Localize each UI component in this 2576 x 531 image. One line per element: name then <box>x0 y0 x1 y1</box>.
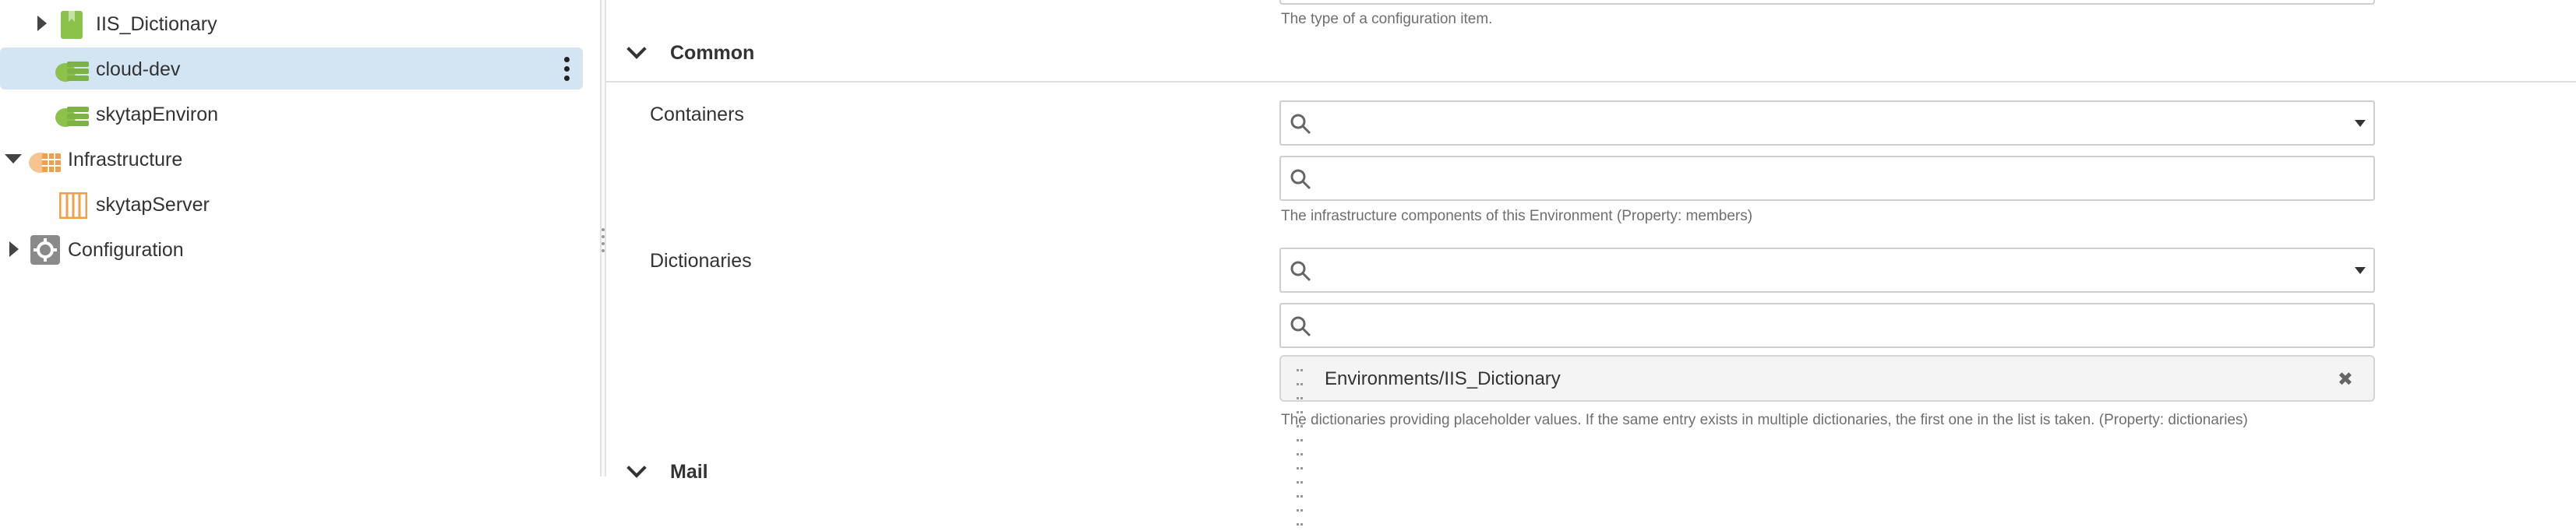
dictionary-chip-label: Environments/IIS_Dictionary <box>1325 368 1561 389</box>
containers-label: Containers <box>650 104 744 125</box>
tree-item-label: Configuration <box>68 239 184 261</box>
chevron-down-icon[interactable] <box>626 458 647 478</box>
containers-search-input[interactable] <box>1279 156 2375 201</box>
drag-handle-icon[interactable] <box>602 228 605 256</box>
tree-item-configuration[interactable]: Configuration <box>0 228 584 270</box>
type-help-text: The type of a configuration item. <box>1281 11 1493 27</box>
server-icon <box>59 192 87 219</box>
tree-item-cloud-dev[interactable]: cloud-dev <box>0 47 583 90</box>
chevron-down-icon[interactable] <box>626 39 647 59</box>
tree-item-label: cloud-dev <box>96 58 181 80</box>
tree-item-iis-dictionary[interactable]: IIS_Dictionary <box>0 2 584 44</box>
dictionaries-search-input[interactable] <box>1279 303 2375 348</box>
more-options-icon[interactable] <box>564 57 570 85</box>
repository-tree: IIS_Dictionary cloud-dev skytapEnviron I… <box>0 0 600 476</box>
search-icon <box>1290 316 1311 337</box>
search-icon <box>1290 261 1311 282</box>
search-icon <box>1290 169 1311 190</box>
tree-item-label: IIS_Dictionary <box>96 13 217 35</box>
panel-splitter[interactable] <box>600 0 606 476</box>
dictionaries-help-text: The dictionaries providing placeholder v… <box>1281 412 2248 428</box>
tree-item-skytap-server[interactable]: skytapServer <box>0 183 584 225</box>
dictionaries-select[interactable] <box>1279 248 2375 293</box>
collapse-caret-icon[interactable] <box>5 154 22 164</box>
tree-item-label: skytapEnviron <box>96 104 219 125</box>
search-icon <box>1290 114 1311 135</box>
section-title-mail[interactable]: Mail <box>670 461 708 484</box>
containers-help-text: The infrastructure components of this En… <box>1281 208 1753 224</box>
infrastructure-cloud-icon <box>29 153 61 173</box>
dictionary-chip[interactable]: Environments/IIS_Dictionary ✖ <box>1279 355 2375 526</box>
tree-item-skytap-environ[interactable]: skytapEnviron <box>0 93 584 135</box>
properties-form: The type of a configuration item. Common… <box>606 0 2576 526</box>
dropdown-arrow-icon[interactable] <box>2355 120 2366 127</box>
tree-item-label: skytapServer <box>96 194 210 216</box>
type-field[interactable] <box>1279 0 2375 5</box>
dropdown-arrow-icon[interactable] <box>2355 267 2366 274</box>
drag-handle-icon[interactable] <box>1297 363 1307 531</box>
tree-item-label: Infrastructure <box>68 149 183 171</box>
dictionaries-label: Dictionaries <box>650 250 752 272</box>
section-divider <box>606 81 2576 83</box>
tree-item-infrastructure[interactable]: Infrastructure <box>0 138 584 180</box>
expand-caret-icon[interactable] <box>37 16 47 31</box>
remove-icon[interactable]: ✖ <box>2338 371 2353 389</box>
containers-select[interactable] <box>1279 100 2375 146</box>
expand-caret-icon[interactable] <box>9 241 19 257</box>
dictionary-icon <box>61 11 83 39</box>
section-title-common[interactable]: Common <box>670 42 754 65</box>
gear-icon <box>30 235 60 265</box>
environment-icon <box>55 107 89 127</box>
environment-icon <box>55 62 89 82</box>
